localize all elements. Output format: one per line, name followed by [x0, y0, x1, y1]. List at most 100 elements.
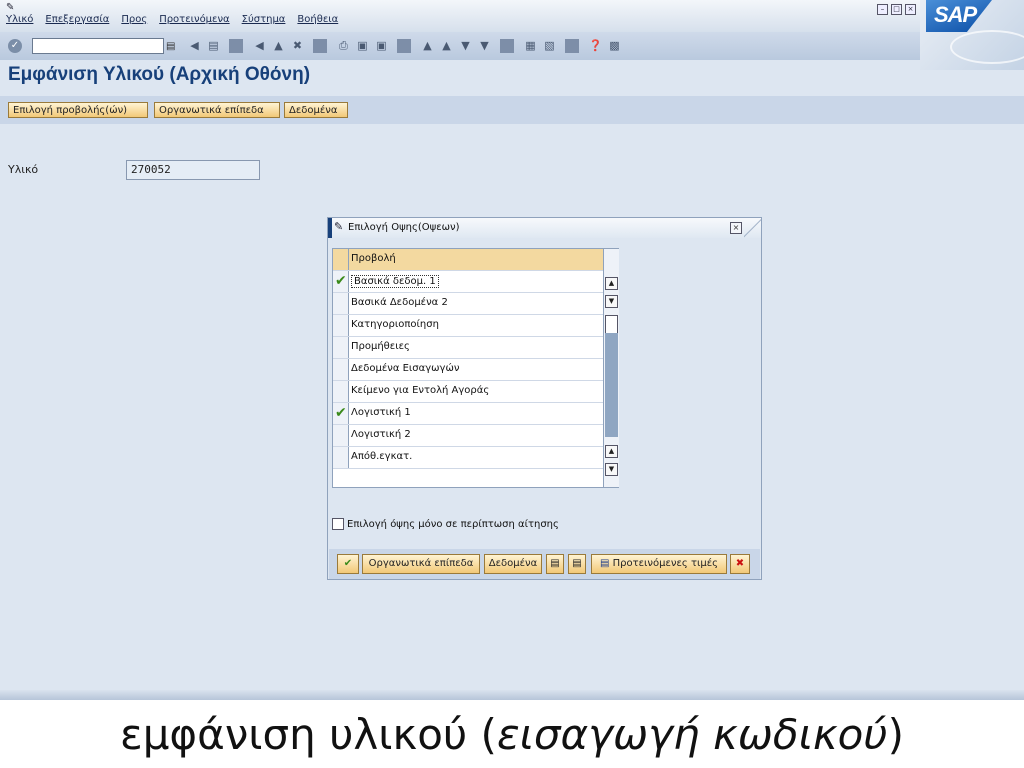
menu-items: Υλικό Επεξεργασία Προς Προτεινόμενα Σύστ… [6, 14, 338, 25]
list-item[interactable]: Κείμενο για Εντολή Αγοράς [333, 381, 603, 403]
column-header: Προβολή [351, 253, 396, 264]
row-selector[interactable]: ✔ [333, 403, 349, 424]
select-views-button[interactable]: Επιλογή προβολής(ών) [8, 102, 148, 118]
new-session-icon[interactable]: ▦ [523, 39, 537, 53]
views-only-on-request-option[interactable]: Επιλογή όψης μόνο σε περίπτωση αίτησης [332, 518, 559, 530]
sap-window: ✎ Υλικό Επεξεργασία Προς Προτεινόμενα Σύ… [0, 0, 1024, 700]
select-all-cell[interactable] [333, 249, 349, 270]
list-item[interactable]: Κατηγοριοποίηση [333, 315, 603, 337]
dialog-titlebar: ✎ Επιλογή Οψης(Οψεων) × [328, 218, 761, 238]
exit-icon[interactable]: ▲ [271, 39, 285, 53]
scroll-track[interactable] [605, 333, 618, 437]
toolbar-separator [229, 39, 244, 53]
cancel-icon[interactable]: ✖ [290, 39, 304, 53]
list-item-label: Κατηγοριοποίηση [351, 319, 439, 330]
checkmark-icon: ✔ [335, 273, 347, 289]
row-selector[interactable] [333, 381, 349, 402]
dialog-data-button[interactable]: Δεδομένα [484, 554, 542, 574]
menu-help[interactable]: Βοήθεια [297, 14, 338, 25]
list-item-label: Βασικά Δεδομένα 2 [351, 297, 448, 308]
page-title: Εμφάνιση Υλικού (Αρχική Οθόνη) [8, 64, 311, 85]
next-page-icon[interactable]: ▼ [458, 39, 472, 53]
list-item[interactable]: Απόθ.εγκατ. [333, 447, 603, 469]
material-label: Υλικό [8, 163, 39, 176]
row-selector[interactable] [333, 425, 349, 446]
minimize-icon[interactable]: – [877, 4, 888, 15]
list-item-label: Λογιστική 2 [351, 429, 411, 440]
row-selector[interactable] [333, 293, 349, 314]
system-toolbar: ✓ ▤ ◀ ▤ ◀ ▲ ✖ ⎙ ▣ ▣ ▲ ▲ ▼ ▼ ▦ ▧ ❓ ▩ [0, 32, 920, 60]
deselect-all-icon[interactable]: ▤ [568, 554, 586, 574]
command-field[interactable] [32, 38, 164, 54]
confirm-icon[interactable]: ✔ [337, 554, 359, 574]
list-item-label: Δεδομένα Εισαγωγών [351, 363, 460, 374]
back-arrow-icon[interactable]: ◀ [187, 39, 201, 53]
row-selector[interactable] [333, 337, 349, 358]
menu-edit[interactable]: Επεξεργασία [45, 14, 109, 25]
list-item[interactable]: Δεδομένα Εισαγωγών [333, 359, 603, 381]
help-icon[interactable]: ❓ [588, 39, 603, 53]
list-item[interactable]: Προμήθειες [333, 337, 603, 359]
default-values-button[interactable]: ▤ Προτεινόμενες τιμές [591, 554, 727, 574]
row-selector[interactable] [333, 447, 349, 468]
back-icon[interactable]: ◀ [252, 39, 266, 53]
dialog-icon: ✎ [334, 220, 344, 233]
slide-caption: εμφάνιση υλικού (εισαγωγή κωδικού) [0, 710, 1024, 759]
list-item-label: Προμήθειες [351, 341, 410, 352]
save-icon[interactable]: ▤ [206, 39, 220, 53]
row-selector[interactable] [333, 315, 349, 336]
find-next-icon[interactable]: ▣ [374, 39, 388, 53]
caption-end: ) [887, 710, 904, 759]
previous-page-icon[interactable]: ▲ [439, 39, 453, 53]
dialog-close-icon[interactable]: × [730, 222, 742, 234]
data-button[interactable]: Δεδομένα [284, 102, 348, 118]
scroll-up-icon[interactable]: ▲ [605, 277, 618, 290]
row-selector[interactable] [333, 359, 349, 380]
select-all-icon[interactable]: ▤ [546, 554, 564, 574]
list-item[interactable]: ✔ Λογιστική 1 [333, 403, 603, 425]
toolbar-separator [565, 39, 580, 53]
menu-goto[interactable]: Προς [121, 14, 147, 25]
first-page-icon[interactable]: ▲ [420, 39, 434, 53]
list-item[interactable]: Βασικά Δεδομένα 2 [333, 293, 603, 315]
layout-menu-icon[interactable]: ▩ [607, 39, 621, 53]
checkmark-icon: ✔ [335, 405, 347, 421]
views-scrollbar[interactable]: ▲ ▼ ▲ ▼ [603, 249, 619, 487]
menu-system[interactable]: Σύστημα [242, 14, 286, 25]
shortcut-icon[interactable]: ▧ [542, 39, 556, 53]
scroll-thumb[interactable] [605, 315, 618, 335]
scroll-down-icon[interactable]: ▼ [605, 295, 618, 308]
list-item[interactable]: Λογιστική 2 [333, 425, 603, 447]
sap-logo: SAP [920, 0, 1024, 70]
find-icon[interactable]: ▣ [355, 39, 369, 53]
scroll-down-icon[interactable]: ▼ [605, 463, 618, 476]
scroll-up-icon[interactable]: ▲ [605, 445, 618, 458]
views-list: Προβολή ✔ Βασικά δεδομ. 1 Βασικά Δεδομέν… [332, 248, 619, 488]
menu-material[interactable]: Υλικό [6, 14, 33, 25]
row-selector[interactable]: ✔ [333, 271, 349, 292]
status-bar [0, 690, 1024, 700]
enter-icon[interactable]: ✓ [8, 39, 22, 53]
save-defaults-icon: ▤ [600, 558, 610, 569]
close-icon[interactable]: × [905, 4, 916, 15]
last-page-icon[interactable]: ▼ [477, 39, 491, 53]
print-icon[interactable]: ⎙ [336, 39, 350, 53]
menu-defaults[interactable]: Προτεινόμενα [159, 14, 229, 25]
org-levels-button[interactable]: Οργανωτικά επίπεδα [154, 102, 280, 118]
menu-bar: ✎ Υλικό Επεξεργασία Προς Προτεινόμενα Σύ… [0, 0, 1024, 70]
list-item[interactable]: ✔ Βασικά δεδομ. 1 [333, 271, 603, 293]
maximize-icon[interactable]: □ [891, 4, 902, 15]
material-input[interactable]: 270052 [126, 160, 260, 180]
views-only-on-request-checkbox[interactable] [332, 518, 344, 530]
dialog-org-levels-button[interactable]: Οργανωτικά επίπεδα [362, 554, 480, 574]
command-history-icon[interactable]: ▤ [166, 41, 175, 52]
window-icon[interactable]: ✎ [6, 2, 14, 13]
cancel-icon[interactable]: ✖ [730, 554, 750, 574]
toolbar-icons: ◀ ▤ ◀ ▲ ✖ ⎙ ▣ ▣ ▲ ▲ ▼ ▼ ▦ ▧ ❓ ▩ [187, 39, 621, 53]
views-list-header: Προβολή [333, 249, 603, 271]
logo-swirl [950, 30, 1024, 64]
dialog-corner [744, 218, 761, 238]
sap-logo-text: SAP [934, 2, 977, 27]
window-controls: – □ × [877, 4, 916, 15]
dialog-title: Επιλογή Οψης(Οψεων) [348, 222, 460, 233]
